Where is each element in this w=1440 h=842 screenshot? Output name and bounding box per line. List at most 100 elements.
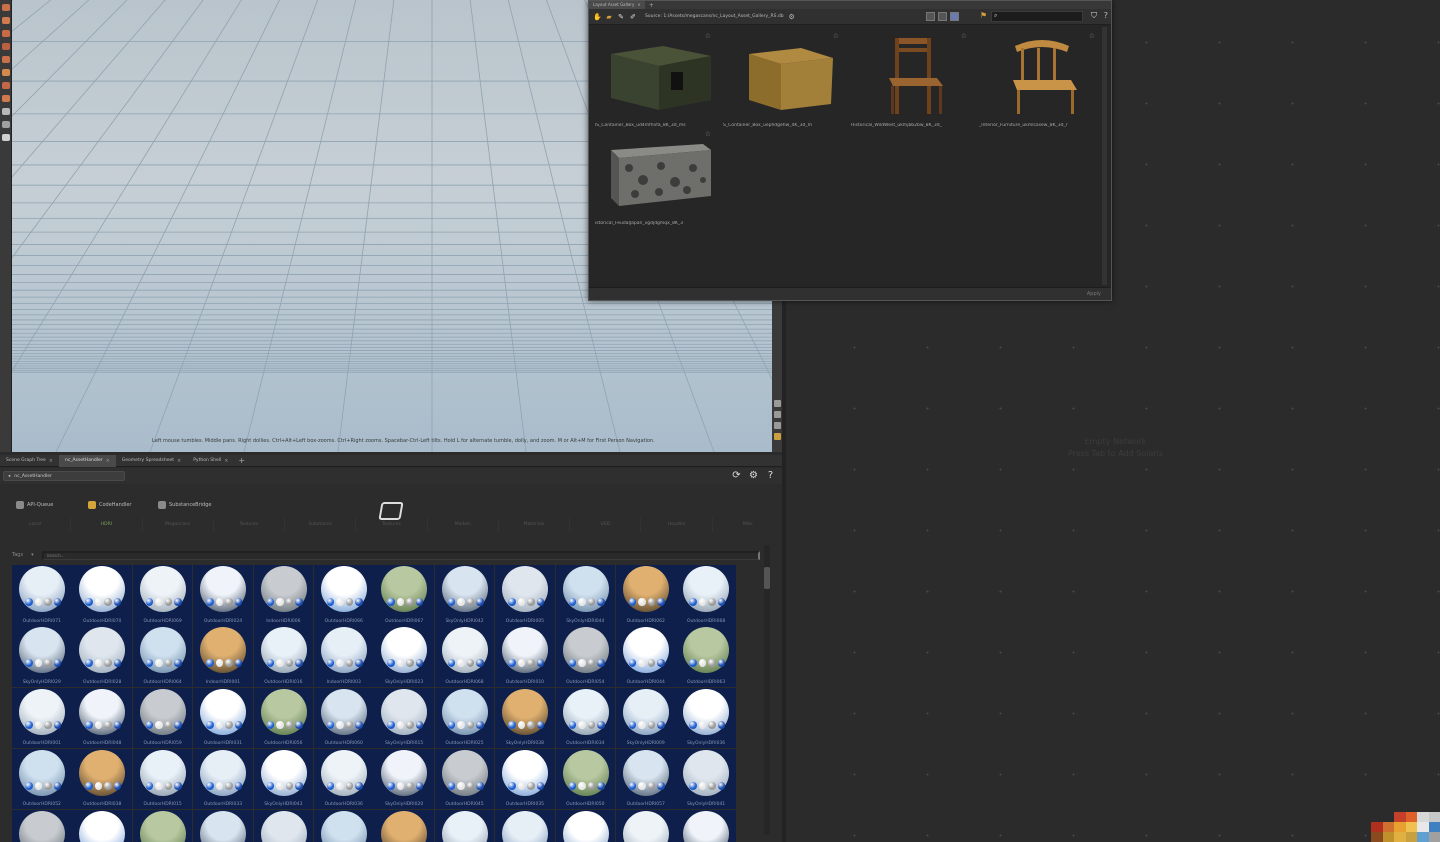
hdri-tile[interactable]: OutdoorHDRI071: [12, 565, 72, 626]
camera-menu-icon[interactable]: [774, 400, 781, 407]
display-options-icon[interactable]: [774, 411, 781, 418]
gallery-item-container-box-1[interactable]: ☆ lS_Container_Box_ud4mfhvfa_8K_3d_ms: [595, 32, 715, 128]
hdri-tile[interactable]: OutdoorHDRI060: [313, 687, 374, 749]
hdri-tile[interactable]: SkyOnlyHDRI036: [676, 687, 736, 749]
hdri-tile[interactable]: OutdoorHDRI001: [12, 687, 72, 749]
gallery-item-container-box-2[interactable]: ☆ S_Container_Box_uephdgehw_4K_3d_m: [723, 32, 843, 128]
tags-dropdown-icon[interactable]: ▾: [31, 552, 34, 558]
hdri-tile[interactable]: SkyOnlyHDRI038: [495, 687, 555, 749]
category-tab[interactable]: Textures: [356, 518, 428, 532]
hdri-tile[interactable]: OutdoorHDRI070: [72, 565, 132, 626]
hdri-tile[interactable]: OutdoorHDRI054: [555, 626, 616, 687]
hdri-tile[interactable]: OutdoorHDRI068: [434, 626, 495, 687]
hdri-tile[interactable]: OutdoorHDRI036: [313, 748, 374, 810]
hdri-tile[interactable]: OutdoorHDRI064: [132, 626, 193, 687]
scale-tool-icon[interactable]: [2, 43, 10, 50]
light-tool-icon[interactable]: [2, 69, 10, 76]
hdri-tile[interactable]: OutdoorHDRI059: [132, 687, 193, 749]
hdri-tile[interactable]: [132, 810, 193, 842]
pencil-icon[interactable]: ✎: [617, 13, 625, 21]
hdri-tile[interactable]: OutdoorHDRI067: [374, 565, 434, 626]
hdri-tile[interactable]: OutdoorHDRI038: [72, 748, 132, 810]
hdri-tile[interactable]: [253, 810, 314, 842]
rotate-tool-icon[interactable]: [2, 30, 10, 37]
category-tab[interactable]: USD: [570, 518, 642, 532]
asset-search-input[interactable]: [41, 550, 760, 560]
hdri-tile[interactable]: OutdoorHDRI069: [132, 565, 193, 626]
asset-grid-scrollbar[interactable]: [764, 545, 770, 835]
hdri-tile[interactable]: OutdoorHDRI068: [676, 565, 736, 626]
pose-tool-icon[interactable]: [2, 95, 10, 102]
hdri-tile[interactable]: OutdoorHDRI033: [193, 748, 253, 810]
hdri-tile[interactable]: OutdoorHDRI057: [615, 748, 676, 810]
hdri-tile[interactable]: SkyOnlyHDRI029: [12, 626, 72, 687]
category-tab[interactable]: Houdini: [641, 518, 713, 532]
hdri-tile[interactable]: SkyOnlyHDRI020: [374, 748, 434, 810]
hdri-tile[interactable]: SkyOnlyHDRI023: [374, 626, 434, 687]
small-grid-view-icon[interactable]: [938, 12, 947, 21]
hdri-tile[interactable]: [12, 810, 72, 842]
render-region-icon[interactable]: [774, 433, 781, 440]
category-tab[interactable]: Megascans: [143, 518, 214, 532]
add-tab-icon[interactable]: +: [234, 456, 249, 465]
hdri-tile[interactable]: IndoorHDRI001: [193, 626, 253, 687]
hdri-tile[interactable]: OutdoorHDRI048: [72, 687, 132, 749]
tab-scene-graph-tree[interactable]: Scene Graph Tree ×: [0, 455, 59, 467]
category-tab[interactable]: HDRI: [71, 518, 143, 532]
gallery-search-input[interactable]: ⌕: [991, 11, 1083, 22]
brush-icon[interactable]: ✐: [629, 13, 637, 21]
folder-icon[interactable]: ▰: [605, 13, 613, 21]
camera-tool-icon[interactable]: [2, 82, 10, 89]
tab-layout-asset-gallery[interactable]: Layout Asset Gallery ×: [589, 1, 645, 9]
hdri-tile[interactable]: SkyOnlyHDRI015: [374, 687, 434, 749]
gallery-item-interior-armchair[interactable]: ☆ _Interior_Furniture_ukmlcasew_8K_3d_r: [979, 32, 1099, 128]
hdri-tile[interactable]: OutdoorHDRI063: [676, 626, 736, 687]
large-grid-view-icon[interactable]: [950, 12, 959, 21]
category-tab[interactable]: Local: [0, 518, 72, 532]
api-queue-button[interactable]: API-Queue: [16, 499, 53, 511]
display-tool-icon[interactable]: [2, 134, 10, 141]
list-view-icon[interactable]: [926, 12, 935, 21]
category-tab[interactable]: Textures: [214, 518, 286, 532]
hdri-tile[interactable]: OutdoorHDRI031: [193, 687, 253, 749]
hdri-tile[interactable]: [374, 810, 434, 842]
refresh-icon[interactable]: ⟳: [731, 470, 742, 481]
gallery-scrollbar[interactable]: [1102, 27, 1107, 285]
gear-icon[interactable]: ⚙: [788, 13, 796, 21]
hdri-tile[interactable]: SkyOnlyHDRI044: [555, 565, 616, 626]
tab-close-icon[interactable]: ×: [224, 455, 228, 467]
tab-close-icon[interactable]: ×: [106, 455, 110, 467]
add-tab-icon[interactable]: +: [645, 2, 658, 9]
tab-close-icon[interactable]: ×: [637, 1, 640, 9]
hdri-tile[interactable]: [555, 810, 616, 842]
hdri-tile[interactable]: OutdoorHDRI010: [495, 626, 555, 687]
hdri-tile[interactable]: OutdoorHDRI005: [495, 565, 555, 626]
hdri-tile[interactable]: IndoorHDRI003: [313, 626, 374, 687]
select-tool-icon[interactable]: [2, 4, 10, 11]
tab-python-shell[interactable]: Python Shell ×: [187, 455, 234, 467]
filter-icon[interactable]: ⚑: [980, 11, 987, 20]
category-tab[interactable]: Materials: [499, 518, 571, 532]
apply-button[interactable]: Apply: [1087, 291, 1101, 297]
hdri-tile[interactable]: [676, 810, 736, 842]
hdri-tile[interactable]: OutdoorHDRI044: [615, 626, 676, 687]
hdri-tile[interactable]: [434, 810, 495, 842]
help-icon[interactable]: ?: [1104, 11, 1108, 20]
gallery-item-wildwest-chair[interactable]: ☆ Historical_WildWest_ukmjbb2bw_8K_3d_: [851, 32, 971, 128]
hdri-tile[interactable]: OutdoorHDRI052: [12, 748, 72, 810]
hdri-tile[interactable]: [495, 810, 555, 842]
tab-nc-asset-handler[interactable]: nc_AssetHandler ×: [58, 454, 116, 467]
hdri-tile[interactable]: OutdoorHDRI045: [434, 748, 495, 810]
hdri-tile[interactable]: OutdoorHDRI066: [313, 565, 374, 626]
substance-bridge-button[interactable]: SubstanceBridge: [158, 499, 211, 511]
gear-icon[interactable]: ⚙: [748, 470, 759, 481]
gallery-item-stone-wall[interactable]: ☆ istorical_FeudalJapan_vgdjdgmqx_8K_3: [595, 130, 715, 226]
hdri-tile[interactable]: SkyOnlyHDRI042: [434, 565, 495, 626]
hdri-tile[interactable]: SkyOnlyHDRI041: [676, 748, 736, 810]
hdri-tile[interactable]: IndoorHDRI006: [253, 565, 314, 626]
hdri-tile[interactable]: OutdoorHDRI028: [72, 626, 132, 687]
hdri-tile[interactable]: OutdoorHDRI056: [253, 687, 314, 749]
snap-tool-icon[interactable]: [2, 108, 10, 115]
hdri-tile[interactable]: [72, 810, 132, 842]
hdri-tile[interactable]: OutdoorHDRI034: [555, 687, 616, 749]
